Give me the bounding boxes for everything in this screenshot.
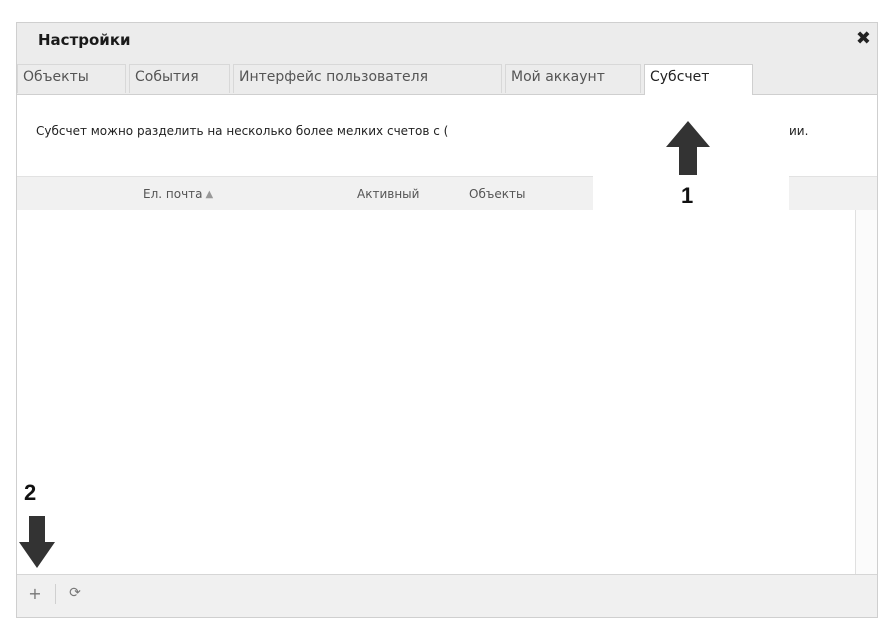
tab-user-interface[interactable]: Интерфейс пользователя — [233, 64, 502, 93]
grid-body — [17, 210, 856, 576]
arrow-down-icon — [19, 516, 55, 568]
annotation-label-1: 1 — [681, 183, 694, 208]
title-bar: Настройки ✖ — [17, 23, 877, 60]
tab-bar: Объекты События Интерфейс пользователя М… — [17, 60, 877, 95]
tab-my-account[interactable]: Мой аккаунт — [505, 64, 641, 93]
column-objects[interactable]: Объекты — [469, 187, 525, 201]
arrow-up-icon — [666, 121, 710, 175]
column-email-label: Ел. почта — [143, 187, 203, 201]
plus-icon[interactable]: + — [25, 584, 45, 603]
window-title: Настройки — [38, 31, 131, 49]
close-icon[interactable]: ✖ — [856, 29, 871, 49]
grid-toolbar: + ⟳ — [17, 574, 877, 617]
vertical-scrollbar[interactable] — [855, 210, 877, 576]
refresh-icon[interactable]: ⟳ — [65, 585, 85, 601]
tab-subaccount[interactable]: Субсчет — [644, 64, 753, 95]
tab-events[interactable]: События — [129, 64, 230, 93]
annotation-label-2: 2 — [24, 480, 37, 505]
description-text: Субсчет можно разделить на несколько бол… — [36, 124, 449, 138]
toolbar-separator — [55, 584, 56, 604]
subaccount-description: Субсчет можно разделить на несколько бол… — [36, 124, 448, 138]
sort-icon[interactable]: ▲ — [206, 189, 214, 200]
tab-objects[interactable]: Объекты — [17, 64, 126, 93]
column-email[interactable]: Ел. почта ▲ — [143, 187, 213, 201]
column-active[interactable]: Активный — [357, 187, 419, 201]
description-tail: ии. — [789, 124, 809, 138]
